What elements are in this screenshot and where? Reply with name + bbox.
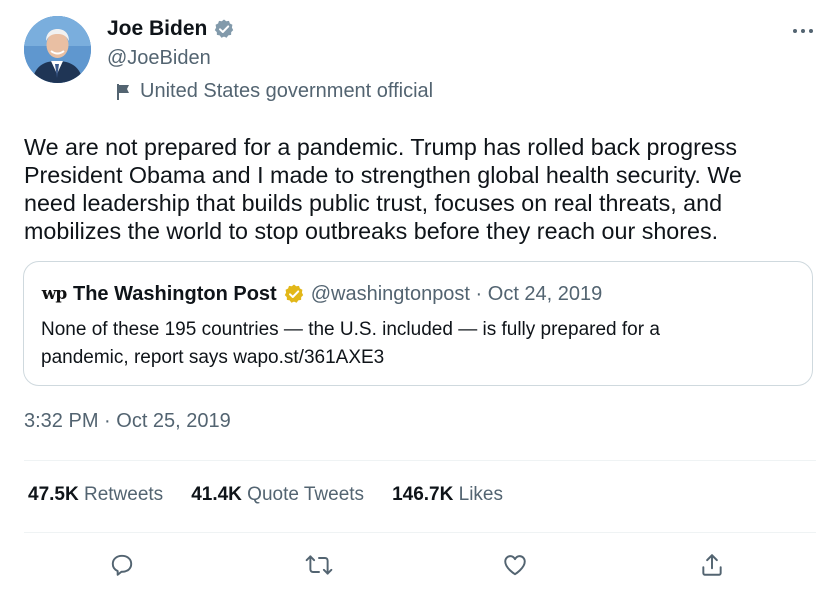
avatar[interactable] bbox=[24, 16, 91, 83]
author-handle[interactable]: @JoeBiden bbox=[107, 47, 211, 70]
reply-icon[interactable] bbox=[105, 548, 139, 582]
share-icon[interactable] bbox=[695, 548, 729, 582]
likes-stat[interactable]: 146.7K Likes bbox=[392, 484, 503, 506]
stat-label: Likes bbox=[458, 484, 503, 505]
government-label[interactable]: United States government official bbox=[116, 80, 433, 103]
retweets-stat[interactable]: 47.5K Retweets bbox=[28, 484, 163, 506]
author-name[interactable]: Joe Biden bbox=[107, 17, 207, 41]
quoted-text: None of these 195 countries — the U.S. i… bbox=[41, 319, 660, 368]
stat-label: Retweets bbox=[83, 484, 164, 505]
government-label-text: United States government official bbox=[140, 80, 434, 102]
verified-badge-icon bbox=[213, 18, 235, 40]
quoted-author-name: The Washington Post bbox=[73, 282, 277, 305]
stat-value: 41.4K bbox=[191, 484, 242, 505]
divider bbox=[24, 460, 816, 461]
tweet-header: Joe Biden @JoeBiden United States govern… bbox=[24, 14, 816, 114]
quote-tweets-stat[interactable]: 41.4K Quote Tweets bbox=[191, 484, 364, 506]
quoted-tweet[interactable]: wp The Washington Post @washingtonpost ·… bbox=[23, 261, 813, 386]
more-icon[interactable] bbox=[790, 22, 816, 40]
flag-icon bbox=[117, 83, 129, 100]
like-icon[interactable] bbox=[498, 548, 532, 582]
retweet-icon[interactable] bbox=[302, 548, 336, 582]
divider bbox=[24, 532, 816, 533]
tweet-text: We are not prepared for a pandemic. Trum… bbox=[24, 134, 742, 244]
stat-value: 47.5K bbox=[28, 484, 79, 505]
stat-label: Quote Tweets bbox=[247, 484, 365, 505]
verified-badge-icon bbox=[283, 283, 305, 305]
washington-post-logo: wp bbox=[41, 284, 68, 304]
stat-value: 146.7K bbox=[392, 484, 454, 505]
tweet-timestamp[interactable]: 3:32 PM · Oct 25, 2019 bbox=[24, 410, 231, 433]
engagement-stats: 47.5K Retweets 41.4K Quote Tweets 146.7K… bbox=[28, 484, 503, 506]
action-bar bbox=[0, 548, 840, 584]
quoted-meta: @washingtonpost · Oct 24, 2019 bbox=[310, 282, 603, 305]
